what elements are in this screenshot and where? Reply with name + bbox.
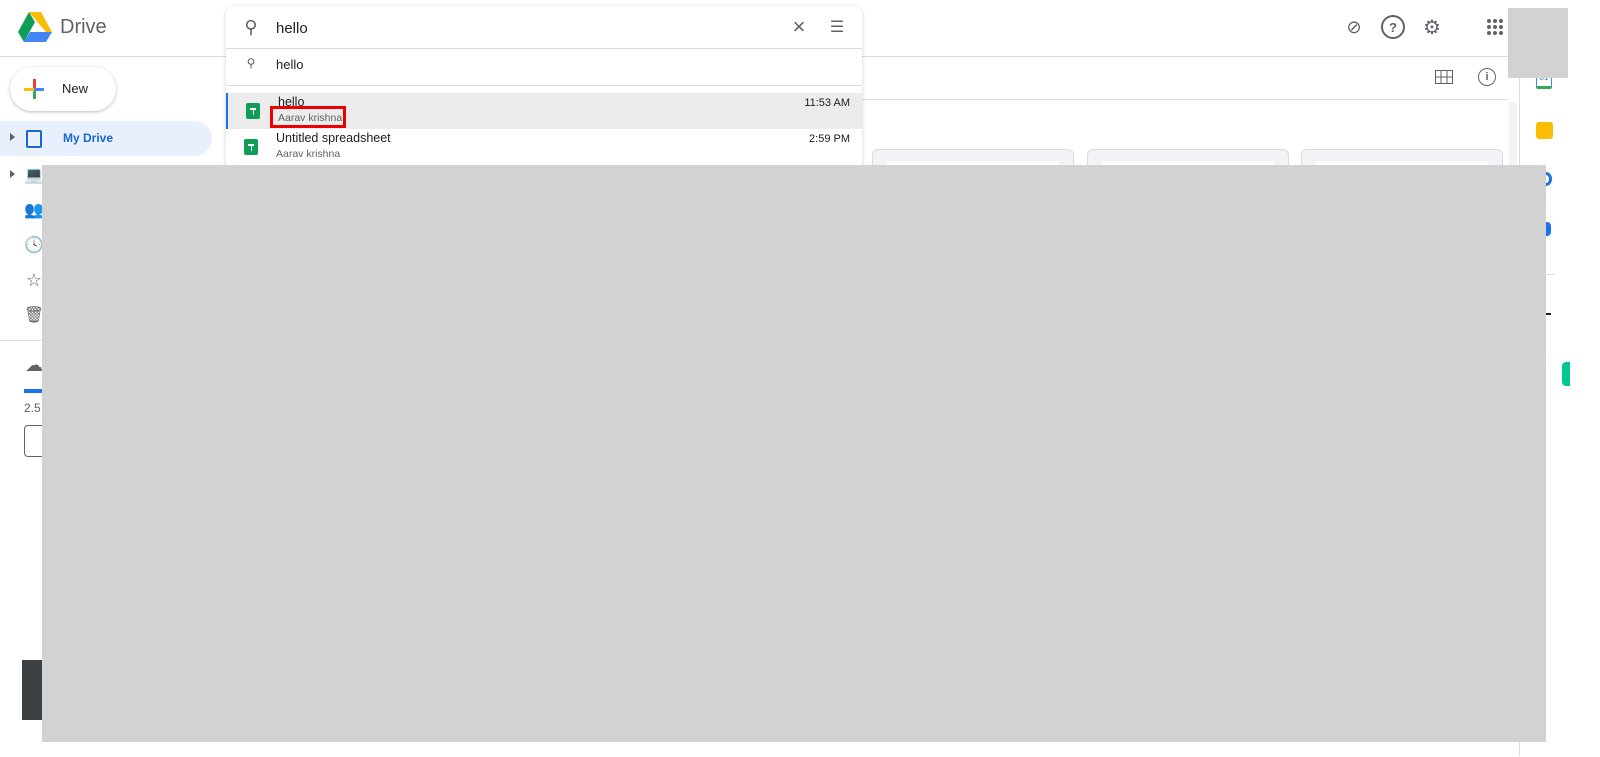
search-suggestion[interactable]: ⚲ hello (226, 50, 862, 80)
result-name: Untitled spreadsheet (276, 131, 391, 145)
plus-icon (24, 79, 44, 99)
recent-icon[interactable]: 🕓 (24, 235, 44, 255)
result-time: 11:53 AM (804, 97, 850, 109)
sidebar-item-label: My Drive (63, 131, 114, 145)
redacted-account-area (1508, 8, 1568, 78)
my-drive-icon (26, 130, 42, 148)
search-panel: ⚲ × ☰ ⚲ hello hello Aarav krishna 11:53 … (226, 6, 862, 176)
expand-arrow-icon[interactable] (10, 133, 15, 141)
grid-view-icon[interactable] (1435, 70, 1453, 84)
app-title: Drive (60, 16, 107, 38)
new-button-label: New (62, 81, 89, 96)
computers-icon[interactable]: 💻 (24, 165, 44, 185)
keep-icon[interactable] (1536, 122, 1553, 139)
search-divider (226, 48, 862, 49)
search-divider (226, 85, 862, 86)
offline-ready-icon[interactable]: ⊘ (1342, 15, 1366, 39)
result-owner: Aarav krishna (276, 148, 341, 160)
sidebar-item-my-drive[interactable]: My Drive (0, 121, 212, 156)
storage-text: 2.5 (24, 401, 41, 415)
spreadsheet-icon (244, 139, 258, 155)
annotation-highlight-box (270, 106, 346, 128)
sidebar-divider (0, 340, 42, 341)
trash-icon[interactable]: 🗑 (24, 305, 44, 325)
apps-grid-icon[interactable] (1487, 19, 1503, 35)
search-result-row[interactable]: Untitled spreadsheet Aarav krishna 2:59 … (226, 129, 862, 165)
drive-logo-icon (18, 12, 52, 42)
starred-icon[interactable]: ☆ (24, 270, 44, 290)
settings-gear-icon[interactable]: ⚙ (1420, 15, 1444, 39)
redacted-overlay (42, 165, 1546, 742)
storage-bar (24, 389, 42, 393)
expand-arrow-icon[interactable] (10, 170, 15, 178)
search-input[interactable] (276, 16, 776, 40)
clear-search-icon[interactable]: × (788, 14, 810, 39)
search-options-icon[interactable]: ☰ (826, 16, 848, 38)
cloud-icon: ☁ (25, 354, 43, 375)
help-icon[interactable]: ? (1381, 15, 1405, 39)
result-time: 2:59 PM (809, 133, 850, 145)
shared-icon[interactable]: 👥 (24, 200, 44, 220)
new-button[interactable]: New (10, 67, 116, 111)
search-icon: ⚲ (246, 56, 256, 70)
spreadsheet-icon (246, 103, 260, 119)
details-info-icon[interactable]: i (1478, 68, 1496, 86)
side-tab[interactable] (1562, 362, 1570, 386)
search-icon[interactable]: ⚲ (240, 16, 262, 38)
suggestion-text: hello (276, 57, 304, 72)
toolbar-divider (862, 99, 1508, 100)
